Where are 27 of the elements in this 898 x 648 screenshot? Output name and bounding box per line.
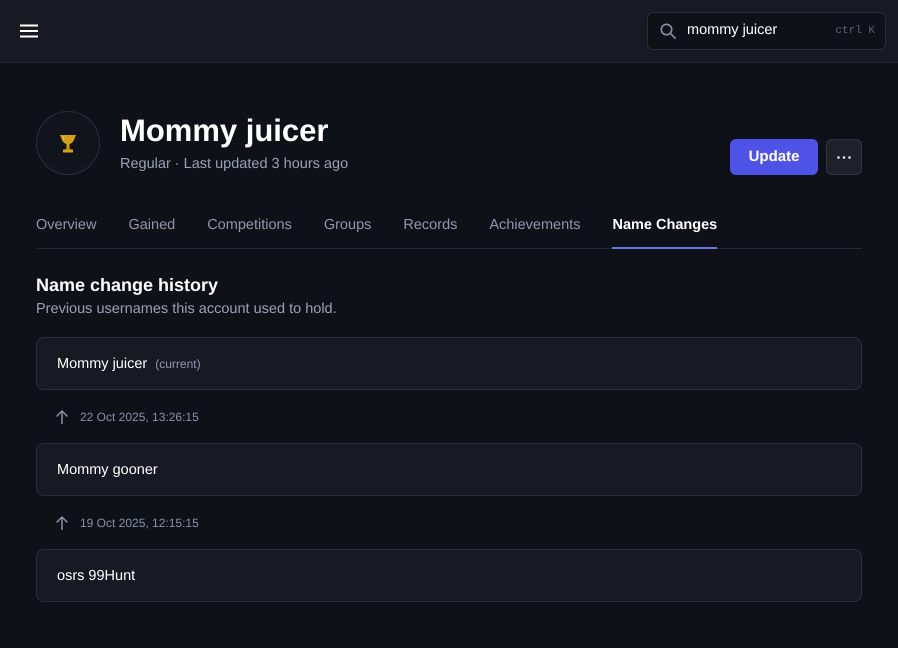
update-button[interactable]: Update [730, 139, 818, 175]
tab[interactable]: Overview [36, 215, 96, 249]
trophy-icon [59, 133, 77, 153]
username: Mommy juicer [57, 354, 148, 374]
tab[interactable]: Competitions [207, 215, 292, 249]
search-icon [660, 23, 676, 39]
search-field[interactable]: mommy juicer [687, 20, 836, 42]
tab[interactable]: Records [403, 215, 458, 249]
player-subtitle: Regular · Last updated 3 hours ago [120, 154, 348, 174]
change-date: 19 Oct 2025, 12:15:15 [80, 514, 199, 530]
tab[interactable]: Gained [128, 215, 176, 249]
current-label: (current) [155, 356, 201, 372]
player-name: Mommy juicer [120, 112, 330, 148]
tab[interactable]: Name Changes [612, 215, 718, 249]
username: osrs 99Hunt [57, 566, 136, 586]
arrow-up-icon [56, 410, 68, 424]
menu-icon[interactable] [20, 24, 38, 38]
arrow-up-icon [56, 516, 68, 530]
change-date: 22 Oct 2025, 13:26:15 [80, 408, 199, 424]
section-title: Name change history [36, 274, 220, 297]
username: Mommy gooner [57, 460, 158, 480]
keyboard-shortcut: ctrl K [835, 24, 875, 39]
search-bar[interactable]: mommy juicer ctrl K [647, 12, 886, 50]
tab[interactable]: Groups [324, 215, 372, 249]
more-icon [837, 156, 851, 158]
section-description: Previous usernames this account used to hold. [36, 300, 338, 319]
tab[interactable]: Achievements [489, 215, 580, 249]
